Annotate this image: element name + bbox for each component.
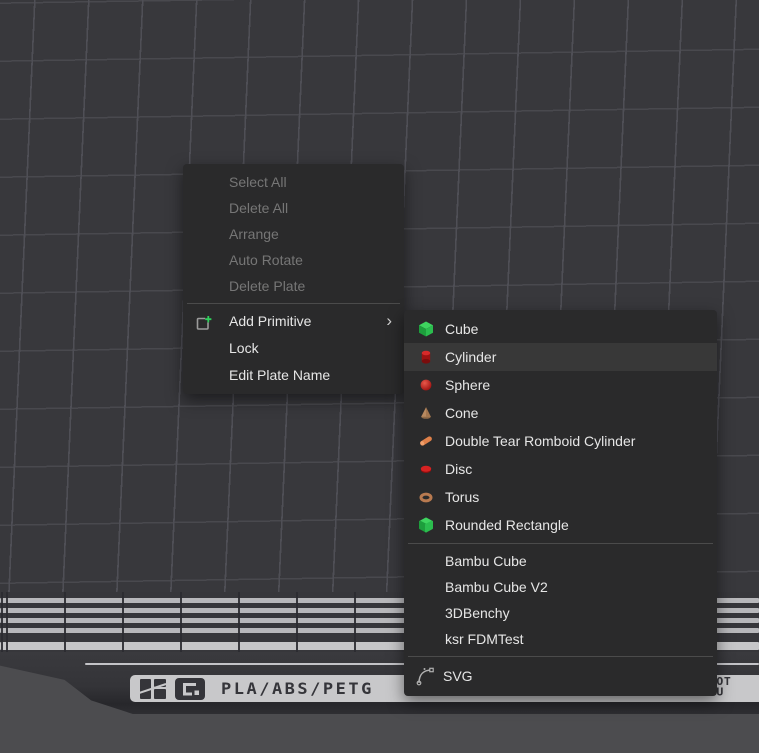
submenu-item-label: Cube xyxy=(445,321,478,337)
disc-icon xyxy=(417,460,435,478)
add-primitive-icon xyxy=(196,313,212,329)
bezier-curve-icon xyxy=(415,666,435,686)
slicer-3d-viewport[interactable]: PLA/ABS/PETG HOT SU Select All Delete Al… xyxy=(0,0,759,753)
menu-item-lock[interactable]: Lock xyxy=(183,335,404,362)
submenu-item-label: Disc xyxy=(445,461,472,477)
plate-context-menu: Select All Delete All Arrange Auto Rotat… xyxy=(183,164,404,394)
submenu-item-label: Cylinder xyxy=(445,349,496,365)
submenu-item-label: Cone xyxy=(445,405,478,421)
submenu-item-disc[interactable]: Disc xyxy=(404,455,717,483)
menu-item-edit-plate-name[interactable]: Edit Plate Name xyxy=(183,362,404,389)
submenu-item-bambu-cube[interactable]: Bambu Cube xyxy=(404,548,717,574)
submenu-item-label: Rounded Rectangle xyxy=(445,517,569,533)
submenu-item-cube[interactable]: Cube xyxy=(404,315,717,343)
submenu-item-torus[interactable]: Torus xyxy=(404,483,717,511)
submenu-item-sphere[interactable]: Sphere xyxy=(404,371,717,399)
submenu-separator xyxy=(408,543,713,544)
submenu-chevron-icon: › xyxy=(386,308,392,334)
submenu-separator xyxy=(408,656,713,657)
submenu-item-romboid-cylinder[interactable]: Double Tear Romboid Cylinder xyxy=(404,427,717,455)
submenu-item-label: SVG xyxy=(443,668,473,684)
plate-logo-icon xyxy=(175,678,205,700)
cylinder-icon xyxy=(417,348,435,366)
cube-icon xyxy=(417,320,435,338)
menu-item-label: Add Primitive xyxy=(229,313,311,329)
menu-item-arrange: Arrange xyxy=(183,221,404,247)
add-primitive-submenu: Cube Cylinder Sphere xyxy=(404,310,717,696)
menu-item-delete-plate: Delete Plate xyxy=(183,273,404,299)
submenu-item-bambu-cube-v2[interactable]: Bambu Cube V2 xyxy=(404,574,717,600)
menu-item-select-all: Select All xyxy=(183,169,404,195)
menu-item-add-primitive[interactable]: Add Primitive › xyxy=(183,308,404,335)
submenu-item-label: Torus xyxy=(445,489,479,505)
cone-icon xyxy=(417,404,435,422)
submenu-item-ksr-fdmtest[interactable]: ksr FDMTest xyxy=(404,626,717,652)
rounded-rectangle-icon xyxy=(417,516,435,534)
submenu-item-label: Sphere xyxy=(445,377,490,393)
plate-material-label: PLA/ABS/PETG xyxy=(221,679,374,698)
submenu-item-label: Double Tear Romboid Cylinder xyxy=(445,433,635,449)
menu-separator xyxy=(187,303,400,304)
submenu-item-cone[interactable]: Cone xyxy=(404,399,717,427)
submenu-item-svg[interactable]: SVG xyxy=(404,661,717,691)
menu-item-auto-rotate: Auto Rotate xyxy=(183,247,404,273)
romboid-cylinder-icon xyxy=(417,432,435,450)
submenu-item-rounded-rectangle[interactable]: Rounded Rectangle xyxy=(404,511,717,539)
submenu-item-3dbenchy[interactable]: 3DBenchy xyxy=(404,600,717,626)
plate-panes-icon xyxy=(139,678,167,700)
torus-icon xyxy=(417,488,435,506)
sphere-icon xyxy=(417,376,435,394)
submenu-item-cylinder[interactable]: Cylinder xyxy=(404,343,717,371)
menu-item-delete-all: Delete All xyxy=(183,195,404,221)
